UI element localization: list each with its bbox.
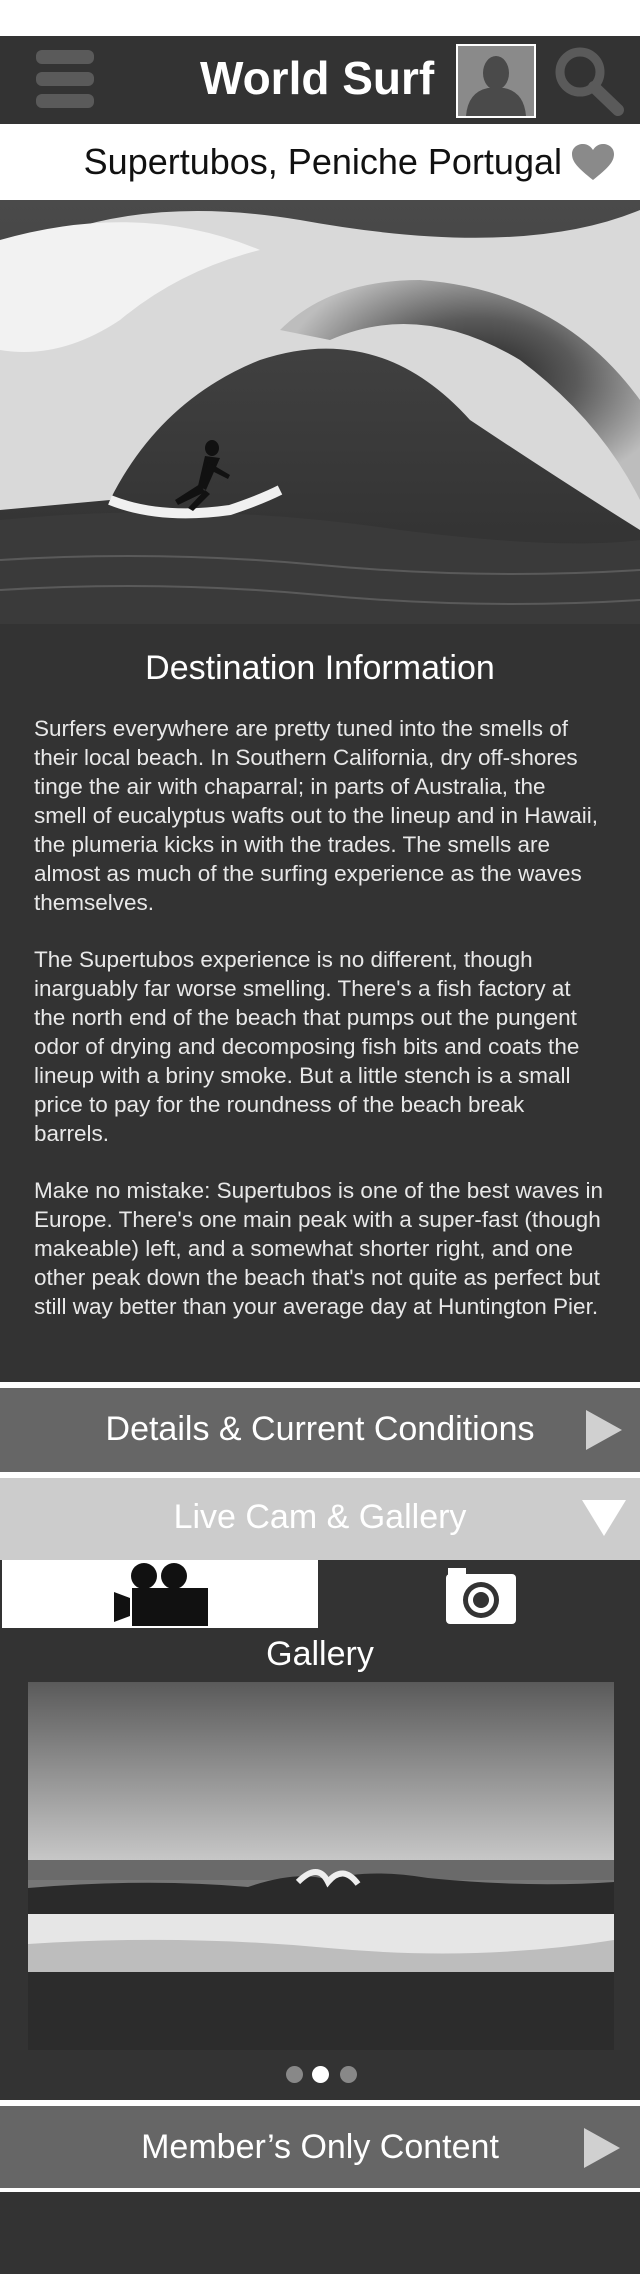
livecam-section-label: Live Cam & Gallery [173, 1498, 467, 1536]
location-title: Supertubos, Peniche Portugal [83, 141, 562, 182]
livecam-section-toggle[interactable]: Live Cam & Gallery [0, 1478, 640, 1560]
gallery-dot-active[interactable] [312, 2066, 329, 2083]
gallery-image[interactable] [28, 1682, 614, 2050]
heart-icon[interactable] [572, 144, 614, 182]
expand-right-icon [586, 1410, 622, 1450]
video-camera-icon [114, 1563, 208, 1626]
avatar[interactable] [456, 44, 536, 118]
media-panel: Gallery [0, 1560, 640, 2100]
bottom-bar [0, 2192, 640, 2274]
destination-paragraph: The Supertubos experience is no differen… [34, 947, 580, 1146]
details-section-label: Details & Current Conditions [105, 1410, 535, 1448]
location-bar: Supertubos, Peniche Portugal [0, 124, 640, 200]
hero-surf-photo [0, 200, 640, 624]
gallery-label: Gallery [266, 1635, 374, 1673]
gallery-dot[interactable] [340, 2066, 357, 2083]
tab-video[interactable] [2, 1560, 318, 1628]
members-section-label: Member’s Only Content [141, 2128, 499, 2166]
expand-right-icon [584, 2128, 620, 2168]
destination-paragraph: Surfers everywhere are pretty tuned into… [34, 716, 599, 915]
destination-paragraph: Make no mistake: Supertubos is one of th… [34, 1178, 604, 1319]
app-header: World Surf [0, 36, 640, 124]
avatar-icon [458, 46, 534, 116]
photo-camera-icon [446, 1568, 516, 1624]
app-title: World Surf [200, 52, 435, 104]
destination-info: Destination Information Surfers everywhe… [0, 624, 640, 1382]
details-section-toggle[interactable]: Details & Current Conditions [0, 1388, 640, 1472]
menu-icon[interactable] [36, 50, 94, 108]
collapse-down-icon [582, 1500, 626, 1536]
search-icon[interactable] [548, 42, 628, 118]
gallery-dot[interactable] [286, 2066, 303, 2083]
destination-heading: Destination Information [145, 649, 495, 687]
tab-photo[interactable] [320, 1560, 638, 1628]
members-section-toggle[interactable]: Member’s Only Content [0, 2106, 640, 2188]
